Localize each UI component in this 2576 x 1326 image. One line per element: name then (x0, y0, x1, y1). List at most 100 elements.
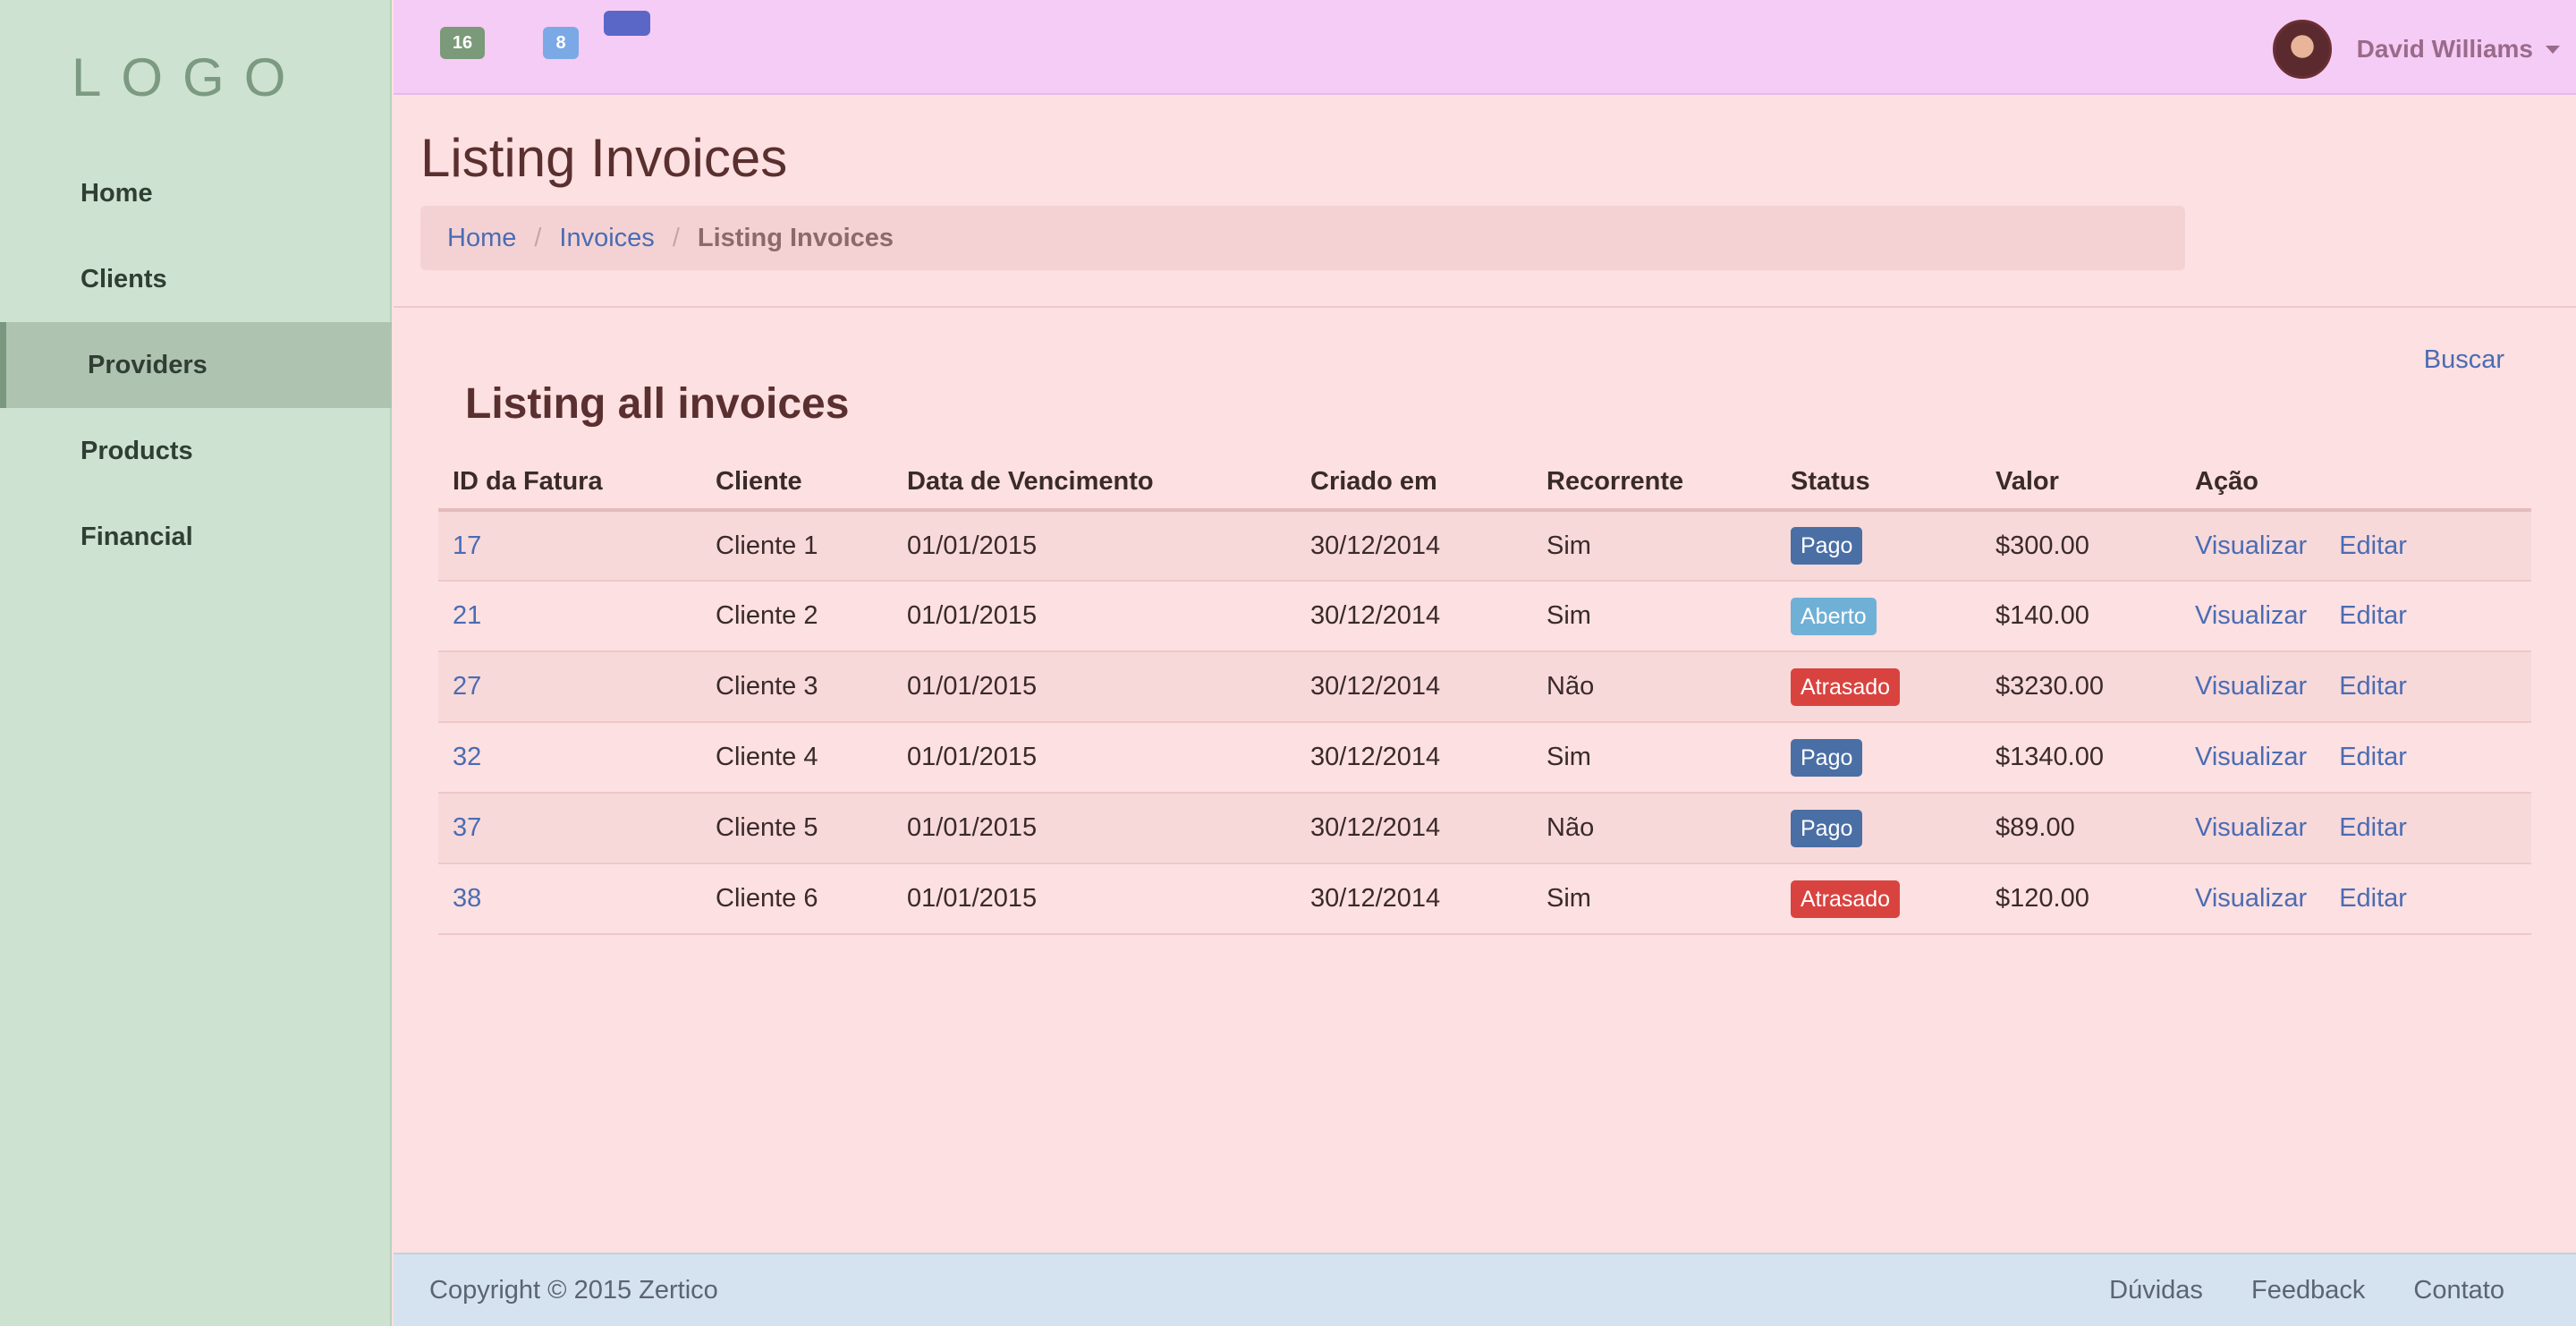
cell-actions: Visualizar Editar (2181, 722, 2531, 794)
view-link[interactable]: Visualizar (2195, 813, 2307, 842)
view-link[interactable]: Visualizar (2195, 884, 2307, 913)
column-header-action: Ação (2181, 455, 2531, 512)
breadcrumb: Home / Invoices / Listing Invoices (420, 206, 2185, 270)
sidebar-item-clients[interactable]: Clients (0, 236, 392, 322)
cell-created: 30/12/2014 (1296, 722, 1532, 794)
notification-badge-indigo[interactable] (604, 11, 650, 36)
edit-link[interactable]: Editar (2339, 813, 2407, 842)
status-badge: Pago (1791, 809, 1863, 847)
column-header-due-date: Data de Vencimento (893, 455, 1296, 512)
user-menu[interactable]: David Williams (2272, 20, 2560, 79)
sidebar: LOGO Home Clients Providers Products Fin… (0, 0, 392, 1326)
invoices-table: ID da Fatura Cliente Data de Vencimento … (438, 455, 2531, 935)
breadcrumb-invoices[interactable]: Invoices (559, 224, 654, 253)
cell-value: $140.00 (1981, 581, 2181, 652)
footer-link-feedback[interactable]: Feedback (2251, 1276, 2365, 1305)
cell-due-date: 01/01/2015 (893, 581, 1296, 652)
breadcrumb-separator: / (672, 223, 680, 252)
sidebar-nav: Home Clients Providers Products Financia… (0, 150, 392, 580)
cell-status: Pago (1776, 510, 1981, 582)
cell-actions: Visualizar Editar (2181, 863, 2531, 935)
cell-due-date: 01/01/2015 (893, 510, 1296, 582)
cell-status: Atrasado (1776, 863, 1981, 935)
cell-due-date: 01/01/2015 (893, 651, 1296, 723)
cell-invoice-id: 21 (438, 581, 701, 652)
cell-status: Aberto (1776, 581, 1981, 652)
cell-recurring: Sim (1532, 722, 1776, 794)
cell-created: 30/12/2014 (1296, 863, 1532, 935)
invoice-id-link[interactable]: 27 (453, 672, 481, 701)
search-link[interactable]: Buscar (2424, 345, 2504, 375)
edit-link[interactable]: Editar (2339, 531, 2407, 560)
user-name[interactable]: David Williams (2357, 35, 2533, 64)
footer-link-duvidas[interactable]: Dúvidas (2109, 1276, 2203, 1305)
table-row: 27 Cliente 3 01/01/2015 30/12/2014 Não Atrasa… (438, 651, 2531, 723)
cell-recurring: Não (1532, 793, 1776, 864)
cell-invoice-id: 32 (438, 722, 701, 794)
view-link[interactable]: Visualizar (2195, 672, 2307, 701)
invoice-id-link[interactable]: 38 (453, 884, 481, 913)
cell-value: $300.00 (1981, 510, 2181, 582)
status-badge: Pago (1791, 527, 1863, 565)
footer-links: Dúvidas Feedback Contato (2068, 1276, 2504, 1305)
avatar[interactable] (2272, 20, 2332, 79)
view-link[interactable]: Visualizar (2195, 601, 2307, 630)
column-header-id: ID da Fatura (438, 455, 701, 512)
notification-badge-green[interactable]: 16 (440, 27, 485, 59)
edit-link[interactable]: Editar (2339, 743, 2407, 771)
cell-value: $120.00 (1981, 863, 2181, 935)
edit-link[interactable]: Editar (2339, 601, 2407, 630)
table-row: 21 Cliente 2 01/01/2015 30/12/2014 Sim Aberto… (438, 581, 2531, 652)
cell-actions: Visualizar Editar (2181, 581, 2531, 652)
breadcrumb-current: Listing Invoices (697, 223, 894, 252)
view-link[interactable]: Visualizar (2195, 743, 2307, 771)
cell-actions: Visualizar Editar (2181, 651, 2531, 723)
cell-due-date: 01/01/2015 (893, 722, 1296, 794)
cell-status: Pago (1776, 793, 1981, 864)
invoice-id-link[interactable]: 17 (453, 531, 481, 560)
copyright: Copyright © 2015 Zertico (429, 1275, 718, 1305)
column-header-created: Criado em (1296, 455, 1532, 512)
column-header-status: Status (1776, 455, 1981, 512)
invoice-id-link[interactable]: 32 (453, 743, 481, 771)
chevron-down-icon[interactable] (2546, 45, 2560, 54)
sidebar-item-home[interactable]: Home (0, 150, 392, 236)
status-badge: Atrasado (1791, 667, 1901, 706)
sidebar-item-products[interactable]: Products (0, 408, 392, 494)
breadcrumb-home[interactable]: Home (447, 224, 516, 253)
table-row: 17 Cliente 1 01/01/2015 30/12/2014 Sim Pago $3… (438, 510, 2531, 582)
cell-created: 30/12/2014 (1296, 581, 1532, 652)
page-title: Listing Invoices (420, 128, 788, 188)
notification-badge-blue[interactable]: 8 (543, 27, 579, 59)
footer-link-contato[interactable]: Contato (2413, 1276, 2504, 1305)
cell-client: Cliente 6 (701, 863, 893, 935)
cell-recurring: Sim (1532, 510, 1776, 582)
cell-invoice-id: 37 (438, 793, 701, 864)
edit-link[interactable]: Editar (2339, 884, 2407, 913)
cell-client: Cliente 1 (701, 510, 893, 582)
cell-value: $3230.00 (1981, 651, 2181, 723)
cell-created: 30/12/2014 (1296, 793, 1532, 864)
cell-value: $1340.00 (1981, 722, 2181, 794)
status-badge: Atrasado (1791, 880, 1901, 918)
column-header-recurring: Recorrente (1532, 455, 1776, 512)
footer: Copyright © 2015 Zertico Dúvidas Feedbac… (394, 1253, 2576, 1326)
table-row: 37 Cliente 5 01/01/2015 30/12/2014 Não Pago $8… (438, 793, 2531, 864)
breadcrumb-separator: / (534, 223, 542, 252)
divider (394, 306, 2576, 308)
status-badge: Pago (1791, 738, 1863, 777)
cell-recurring: Sim (1532, 863, 1776, 935)
cell-value: $89.00 (1981, 793, 2181, 864)
cell-status: Pago (1776, 722, 1981, 794)
sidebar-item-financial[interactable]: Financial (0, 494, 392, 580)
view-link[interactable]: Visualizar (2195, 531, 2307, 560)
column-header-value: Valor (1981, 455, 2181, 512)
cell-created: 30/12/2014 (1296, 510, 1532, 582)
invoice-id-link[interactable]: 37 (453, 813, 481, 842)
invoice-id-link[interactable]: 21 (453, 601, 481, 630)
cell-recurring: Sim (1532, 581, 1776, 652)
logo[interactable]: LOGO (72, 47, 305, 108)
cell-invoice-id: 17 (438, 510, 701, 582)
edit-link[interactable]: Editar (2339, 672, 2407, 701)
sidebar-item-providers[interactable]: Providers (0, 322, 392, 408)
